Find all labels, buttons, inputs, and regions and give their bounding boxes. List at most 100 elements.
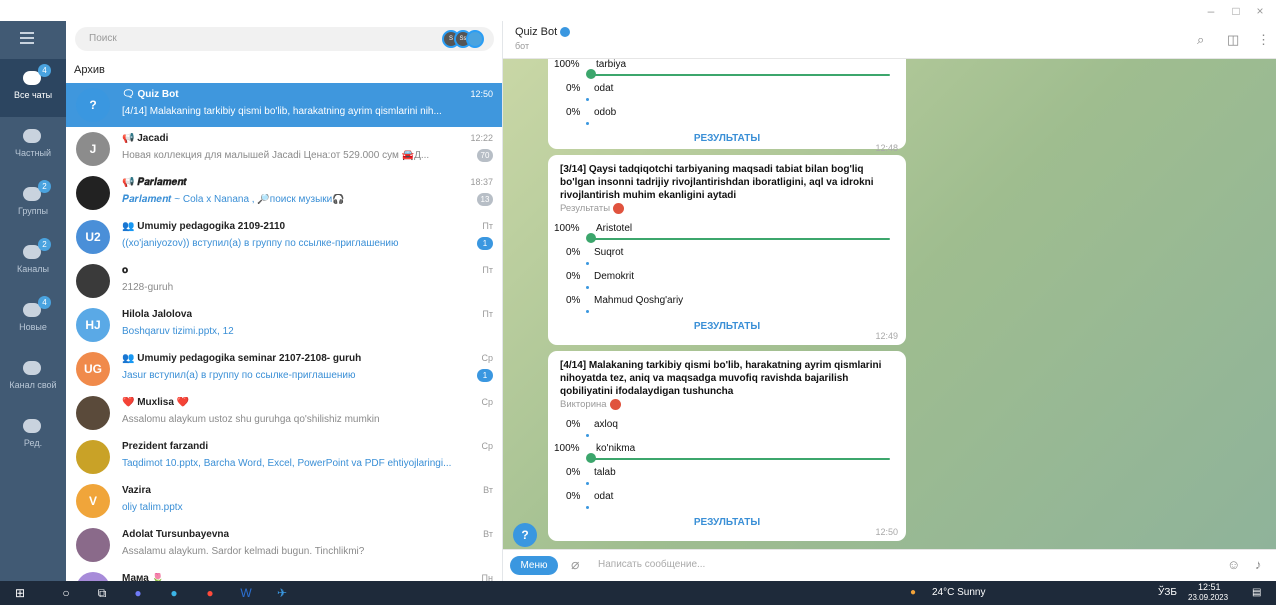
option-label: Mahmud Qoshg'ariy xyxy=(594,295,684,306)
chat-preview: Boshqaruv tizimi.pptx, 12 xyxy=(122,326,234,337)
minimize-button[interactable]: – xyxy=(1201,4,1221,18)
attach-icon[interactable]: ⌀ xyxy=(571,556,579,573)
chat-preview: Assalamu alaykum. Sardor kelmadi bugun. … xyxy=(122,546,365,557)
option-label: odob xyxy=(594,107,617,118)
task-view-icon[interactable]: ⧉ xyxy=(94,585,110,601)
folder-tab[interactable]: 2 Каналы xyxy=(0,233,66,291)
option-label: talab xyxy=(594,467,616,478)
folder-tab[interactable]: Канал свой xyxy=(0,349,66,407)
telegram-icon[interactable]: ✈ xyxy=(274,585,290,601)
avatar xyxy=(76,440,110,474)
folder-tab[interactable]: Частный xyxy=(0,117,66,175)
quiz-question: [4/14] Malakaning tarkibiy qismi bo'lib,… xyxy=(560,360,882,397)
avatar xyxy=(76,176,110,210)
avatar: V xyxy=(76,484,110,518)
option-percent: 100% xyxy=(554,443,580,454)
poll-option[interactable]: 0% odob xyxy=(548,105,906,129)
chat-name: 📢 𝑷𝒂𝒓𝒍𝒂𝒎𝒆𝒏𝒕 xyxy=(122,177,187,188)
word-icon[interactable]: W xyxy=(238,585,254,601)
message-input[interactable]: Написать сообщение... xyxy=(598,559,705,570)
result-bar xyxy=(586,482,589,485)
poll-option[interactable]: 0% Mahmud Qoshg'ariy xyxy=(548,293,906,317)
hamburger-menu-icon[interactable] xyxy=(20,29,46,49)
option-label: Demokrit xyxy=(594,271,635,282)
poll-option[interactable]: 0% axloq xyxy=(548,417,906,441)
chat-list-item[interactable]: U2 👥 Umumiy pedagogika 2109-2110 Пт ((xo'ja… xyxy=(66,215,502,259)
folder-icon: 4 xyxy=(21,64,51,88)
more-options-icon[interactable]: ⋮ xyxy=(1257,32,1270,48)
weather-text[interactable]: 24°C Sunny xyxy=(932,587,985,598)
poll-option[interactable]: 0% odat xyxy=(548,489,906,513)
clock-date[interactable]: 23.09.2023 xyxy=(1188,593,1228,602)
poll-option[interactable]: 0% talab xyxy=(548,465,906,489)
result-bar xyxy=(588,458,890,460)
folder-tab[interactable]: Ред. xyxy=(0,407,66,465)
archive-label[interactable]: Архив xyxy=(74,64,105,76)
folder-tab[interactable]: 4 Новые xyxy=(0,291,66,349)
option-label: axloq xyxy=(594,419,618,430)
chat-list-item[interactable]: HJ Hilola Jalolova Пт Boshqaruv tizimi.pptx… xyxy=(66,303,502,347)
chat-list-item[interactable]: ❤️ Muxlisa ❤️ Ср Assalomu alaykum ustoz sh… xyxy=(66,391,502,435)
windows-start-icon[interactable]: ⊞ xyxy=(12,585,28,601)
avatar xyxy=(76,528,110,562)
folder-label: Новые xyxy=(19,322,47,332)
sidebar-toggle-icon[interactable]: ◫ xyxy=(1227,32,1239,48)
result-bar xyxy=(586,434,589,437)
chat-list-item[interactable]: 𝐨 Пт 2128-guruh xyxy=(66,259,502,303)
language-indicator[interactable]: ЎЗБ xyxy=(1158,587,1177,598)
chat-list-item[interactable]: Prezident farzandi Ср Taqdimot 10.pptx, Ba… xyxy=(66,435,502,479)
chat-list-item[interactable]: UG 👥 Umumiy pedagogika seminar 2107-2108-… xyxy=(66,347,502,391)
poll-option[interactable]: 0% odat xyxy=(548,81,906,105)
quiz-type-icon xyxy=(613,203,625,214)
poll-option[interactable]: 0% Suqrot xyxy=(548,245,906,269)
chat-preview: Assalomu alaykum ustoz shu guruhga qo'sh… xyxy=(122,414,380,425)
option-label: tarbiya xyxy=(596,59,627,70)
menu-button[interactable]: Меню xyxy=(510,556,558,575)
chat-time: Вт xyxy=(483,529,493,539)
option-percent: 0% xyxy=(566,83,581,94)
chat-list-item[interactable]: 📢 𝑷𝒂𝒓𝒍𝒂𝒎𝒆𝒏𝒕 18:37 𝑷𝒂𝒓𝒍𝒂𝒎𝒆𝒏𝒕 ~ Cola x Nanan… xyxy=(66,171,502,215)
bot-avatar[interactable]: ? xyxy=(513,523,537,547)
folder-tab[interactable]: 4 Все чаты xyxy=(0,59,66,117)
search-icon[interactable]: ⌕ xyxy=(1197,32,1204,48)
chat-time: Пт xyxy=(482,309,493,319)
results-button[interactable]: РЕЗУЛЬТАТЫ xyxy=(548,321,906,332)
poll-option[interactable]: 100% Aristotel xyxy=(548,221,906,245)
stories-strip[interactable]: S Ss xyxy=(442,30,486,48)
app-icon[interactable]: ● xyxy=(130,585,146,601)
results-button[interactable]: РЕЗУЛЬТАТЫ xyxy=(548,517,906,528)
chat-list-item[interactable]: ? 🗨 Quiz Bot 12:50 [4/14] Malakaning tarkib… xyxy=(66,83,502,127)
option-label: odat xyxy=(594,83,614,94)
chat-list-item[interactable]: J 📢 Jacadi 12:22 Новая коллекция для малыше… xyxy=(66,127,502,171)
avatar: UG xyxy=(76,352,110,386)
result-bar xyxy=(586,262,589,265)
story-avatar[interactable] xyxy=(466,30,484,48)
edge-icon[interactable]: ● xyxy=(166,585,182,601)
microphone-icon[interactable]: ♪ xyxy=(1255,557,1262,572)
clock-time[interactable]: 12:51 xyxy=(1198,582,1221,592)
unread-badge: 70 xyxy=(477,149,493,162)
chat-list-item[interactable]: V Vazira Вт oliy talim.pptx xyxy=(66,479,502,523)
emoji-icon[interactable]: ☺ xyxy=(1227,557,1240,572)
folder-tab[interactable]: 2 Группы xyxy=(0,175,66,233)
search-field[interactable]: Поиск S Ss xyxy=(75,27,494,51)
chat-name: 👥 Umumiy pedagogika 2109-2110 xyxy=(122,221,286,232)
search-icon[interactable]: ○ xyxy=(58,585,74,601)
maximize-button[interactable]: □ xyxy=(1226,4,1246,18)
chat-title[interactable]: Quiz Bot xyxy=(515,26,571,38)
results-button[interactable]: РЕЗУЛЬТАТЫ xyxy=(548,133,906,144)
chat-preview: Jasur вступил(а) в группу по ссылке-приг… xyxy=(122,370,356,381)
avatar xyxy=(76,264,110,298)
option-label: Suqrot xyxy=(594,247,624,258)
chat-list-item[interactable]: Adolat Tursunbayevna Вт Assalamu alaykum. … xyxy=(66,523,502,567)
close-button[interactable]: × xyxy=(1250,4,1270,18)
poll-option[interactable]: 0% Demokrit xyxy=(548,269,906,293)
yandex-icon[interactable]: ● xyxy=(202,585,218,601)
chat-name: Prezident farzandi xyxy=(122,441,209,452)
poll-option[interactable]: 100% ko'nikma xyxy=(548,441,906,465)
chat-list-item[interactable]: M Мама 🌷 Пн xyxy=(66,567,502,581)
folder-badge: 4 xyxy=(38,296,51,309)
poll-option[interactable]: 100% tarbiya xyxy=(548,59,906,81)
result-bar xyxy=(588,238,890,240)
notifications-icon[interactable]: ▤ xyxy=(1252,587,1261,598)
